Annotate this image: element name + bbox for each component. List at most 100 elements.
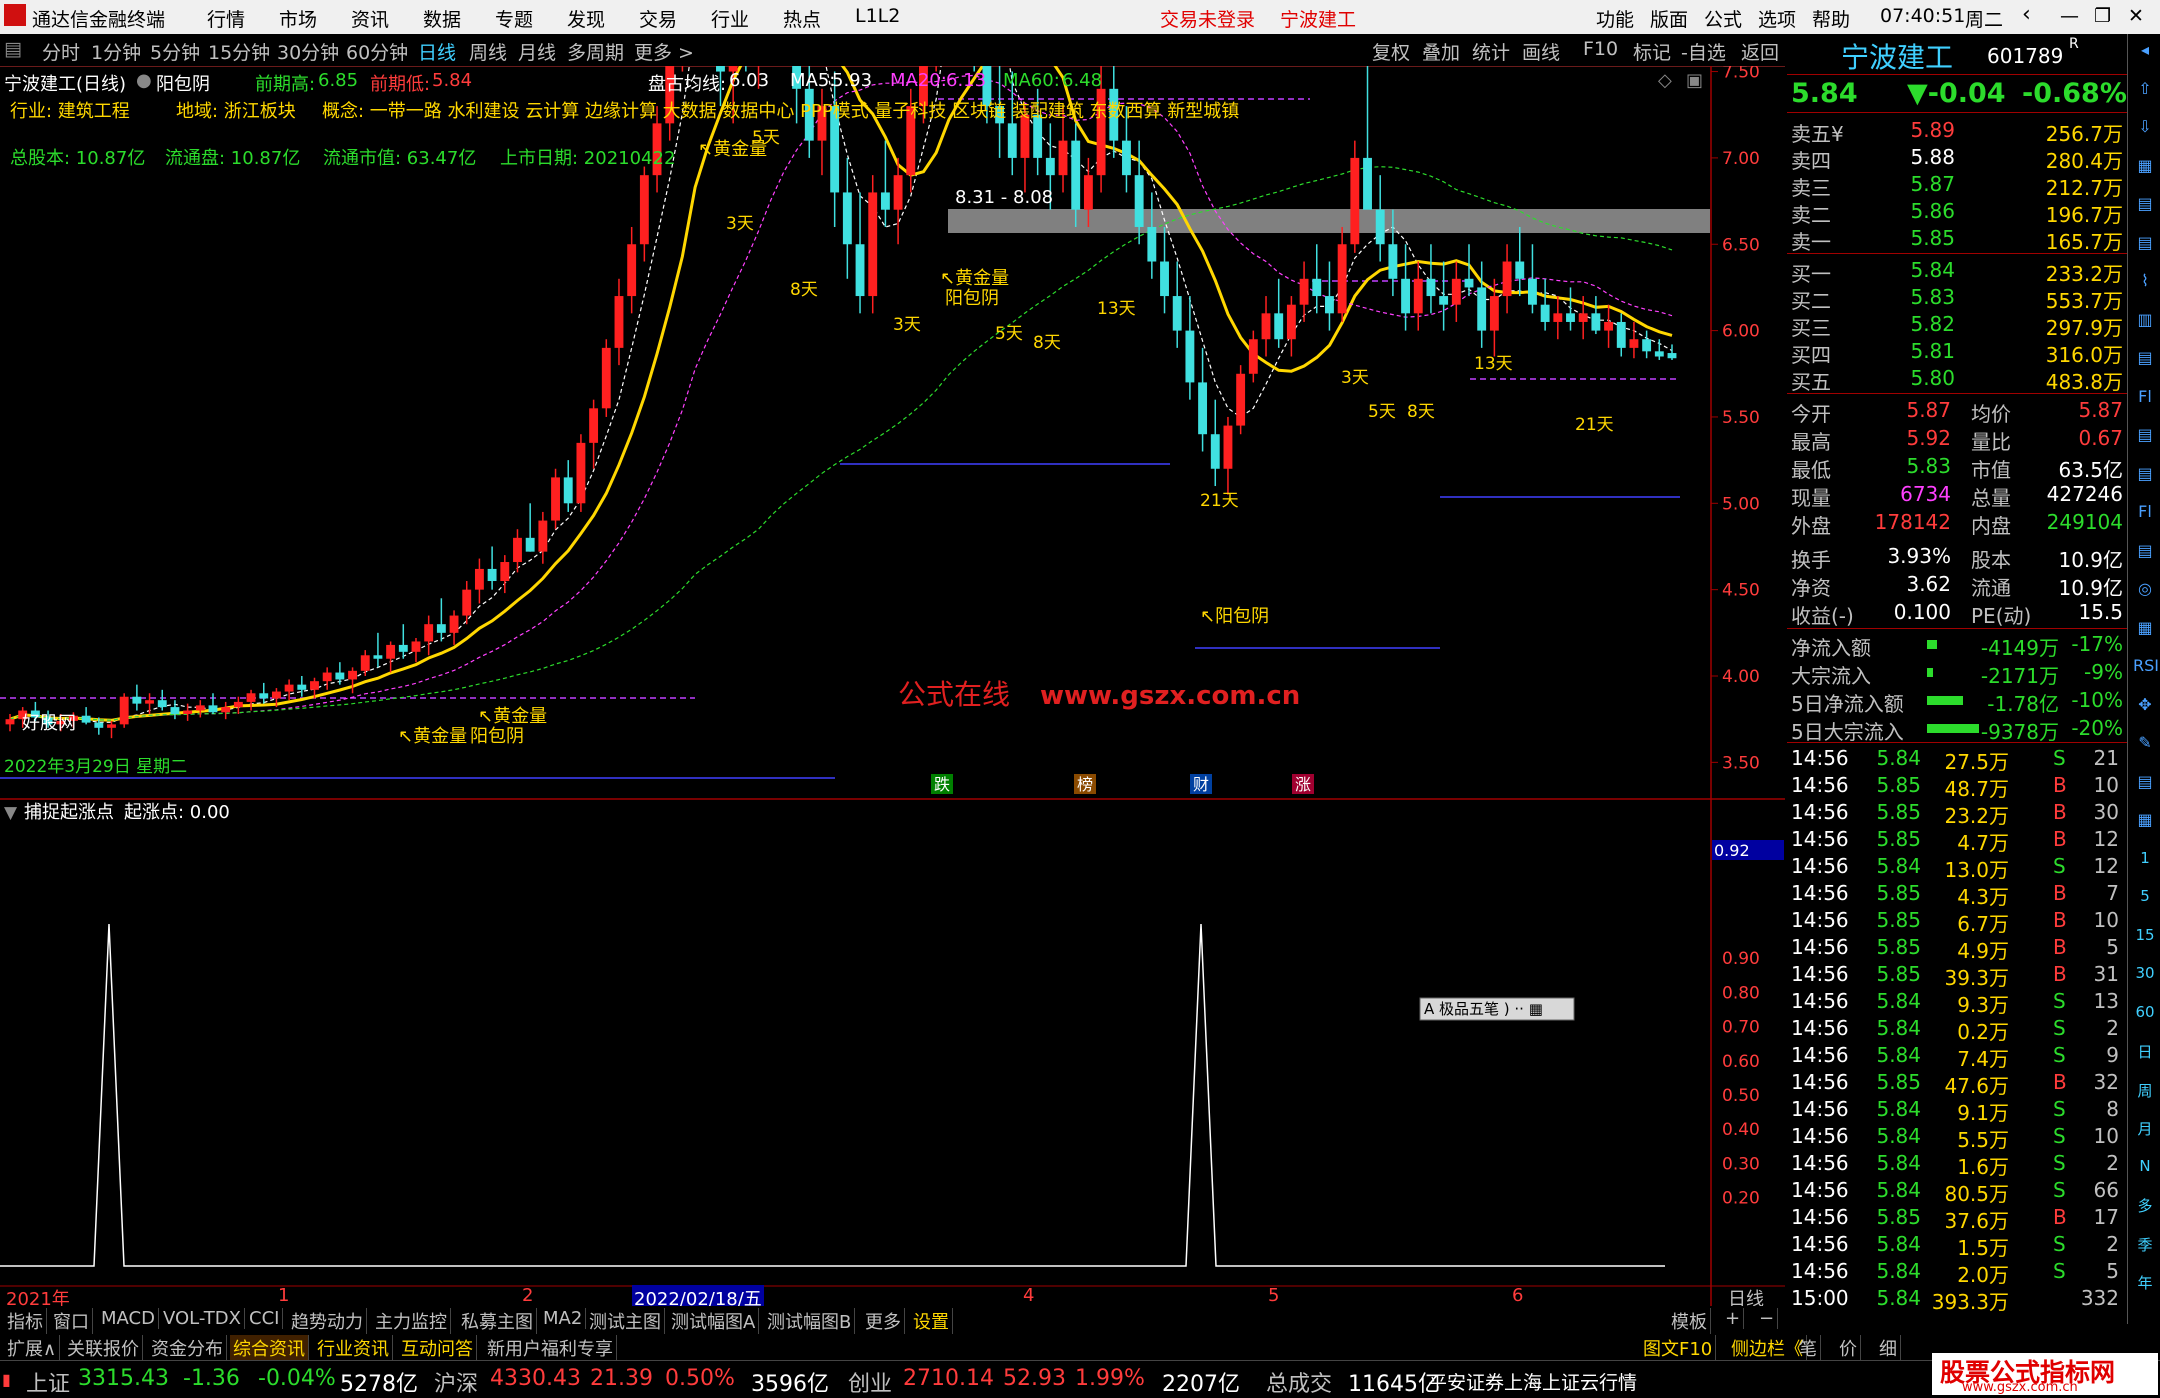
indicator-tab[interactable]: 趋势动力 bbox=[288, 1308, 367, 1334]
minimize-icon[interactable]: — bbox=[2060, 5, 2079, 27]
chart-square-icon[interactable]: ▣ bbox=[1686, 70, 1703, 91]
menu-jiaoyi[interactable]: 交易 bbox=[639, 5, 677, 32]
indicator-tab[interactable]: 指标 bbox=[4, 1308, 47, 1334]
strip-tool-icon[interactable]: ▦ bbox=[2133, 618, 2157, 637]
back-icon[interactable]: ‹ bbox=[2022, 2, 2031, 27]
chart-diamond-icon[interactable]: ◇ bbox=[1658, 70, 1672, 91]
strip-tool-icon[interactable]: ▤ bbox=[2133, 425, 2157, 444]
strip-tool-icon[interactable]: 60 bbox=[2133, 1003, 2157, 1021]
strip-tool-icon[interactable]: 30 bbox=[2133, 964, 2157, 982]
strip-tool-icon[interactable]: ▥ bbox=[2133, 310, 2157, 329]
period-day[interactable]: 日线 bbox=[418, 38, 456, 65]
info-tab-right[interactable]: 图文F10 bbox=[1640, 1335, 1717, 1361]
info-tab[interactable]: 资金分布 bbox=[148, 1335, 227, 1361]
menu-l1l2[interactable]: L1L2 bbox=[855, 5, 900, 27]
strip-tool-icon[interactable]: ▦ bbox=[2133, 156, 2157, 175]
info-tab-right[interactable]: 笔 bbox=[1796, 1335, 1821, 1361]
menu-shichang[interactable]: 市场 bbox=[279, 5, 317, 32]
close-icon[interactable]: ✕ bbox=[2128, 5, 2144, 27]
indicator-tab[interactable]: 测试主图 bbox=[586, 1308, 665, 1334]
indicator-tab[interactable]: CCI bbox=[246, 1308, 284, 1329]
menu-hangye[interactable]: 行业 bbox=[711, 5, 749, 32]
strip-tool-icon[interactable]: RSI bbox=[2133, 656, 2159, 675]
strip-tool-icon[interactable]: ✥ bbox=[2133, 695, 2157, 714]
strip-tool-icon[interactable]: 5 bbox=[2133, 887, 2157, 905]
strip-tool-icon[interactable]: ▤ bbox=[2133, 348, 2157, 367]
strip-tool-icon[interactable]: 月 bbox=[2133, 1118, 2157, 1139]
tick-list[interactable]: 14:56 5.84 27.5万 S 21 14:56 5.85 48.7万 B 10 14:56 5… bbox=[1787, 744, 2127, 1324]
tabs-right-control[interactable]: − bbox=[1756, 1308, 1779, 1329]
strip-tool-icon[interactable]: 1 bbox=[2133, 849, 2157, 867]
tabs-right-control[interactable]: + bbox=[1722, 1308, 1745, 1329]
sh-label[interactable]: 上证 bbox=[26, 1366, 70, 1398]
period-multi[interactable]: 多周期 bbox=[567, 38, 624, 65]
period-month[interactable]: 月线 bbox=[518, 38, 556, 65]
strip-tool-icon[interactable]: 周 bbox=[2133, 1080, 2157, 1101]
tool-tongji[interactable]: 统计 bbox=[1472, 38, 1510, 65]
strip-tool-icon[interactable]: 日 bbox=[2133, 1041, 2157, 1062]
tool-zixuan[interactable]: -自选 bbox=[1681, 38, 1726, 65]
strip-tool-icon[interactable]: ✎ bbox=[2133, 733, 2157, 752]
strip-tool-icon[interactable]: ▤ bbox=[2133, 233, 2157, 252]
indicator-tab[interactable]: 窗口 bbox=[50, 1308, 93, 1334]
period-1min[interactable]: 1分钟 bbox=[91, 38, 141, 65]
trade-status[interactable]: 交易未登录 bbox=[1160, 5, 1255, 32]
strip-tool-icon[interactable]: ⇧ bbox=[2133, 79, 2157, 98]
period-30min[interactable]: 30分钟 bbox=[277, 38, 339, 65]
tabs-right-control[interactable]: 模板 bbox=[1668, 1308, 1711, 1334]
info-tab[interactable]: 关联报价 bbox=[64, 1335, 143, 1361]
strip-tool-icon[interactable]: ▦ bbox=[2133, 810, 2157, 829]
menu-zixun[interactable]: 资讯 bbox=[351, 5, 389, 32]
info-tab[interactable]: 行业资讯 bbox=[314, 1335, 393, 1361]
strip-tool-icon[interactable]: 季 bbox=[2133, 1234, 2157, 1255]
strip-tool-icon[interactable]: ▤ bbox=[2133, 772, 2157, 791]
menu-banmian[interactable]: 版面 bbox=[1650, 5, 1688, 32]
tool-diejia[interactable]: 叠加 bbox=[1422, 38, 1460, 65]
strip-tool-icon[interactable]: ▤ bbox=[2133, 464, 2157, 483]
strip-tool-icon[interactable]: ⌇ bbox=[2133, 271, 2157, 290]
info-tab-right[interactable]: 价 bbox=[1836, 1335, 1861, 1361]
menu-zhuanti[interactable]: 专题 bbox=[495, 5, 533, 32]
indicator-tab[interactable]: 测试幅图B bbox=[764, 1308, 856, 1334]
strip-tool-icon[interactable]: 15 bbox=[2133, 926, 2157, 944]
menu-faxian[interactable]: 发现 bbox=[567, 5, 605, 32]
indicator-tab[interactable]: MA2 bbox=[540, 1308, 587, 1329]
hs-label[interactable]: 沪深 bbox=[434, 1366, 478, 1398]
indicator-tab[interactable]: 更多 bbox=[862, 1308, 905, 1334]
info-tab[interactable]: 综合资讯 bbox=[230, 1335, 309, 1361]
kline-svg[interactable]: 9.008.508.007.507.006.506.005.505.004.50… bbox=[0, 66, 1785, 1306]
tool-fanhui[interactable]: 返回 bbox=[1741, 38, 1779, 65]
indicator-tab[interactable]: 私募主图 bbox=[458, 1308, 537, 1334]
info-tab-right[interactable]: 细 bbox=[1876, 1335, 1901, 1361]
kline-chart-area[interactable]: 9.008.508.007.507.006.506.005.505.004.50… bbox=[0, 66, 1785, 1311]
strip-tool-icon[interactable]: ⇩ bbox=[2133, 117, 2157, 136]
info-tab[interactable]: 扩展∧ bbox=[4, 1335, 61, 1361]
strip-tool-icon[interactable]: 年 bbox=[2133, 1272, 2157, 1293]
strip-tool-icon[interactable]: N bbox=[2133, 1157, 2157, 1175]
menu-gongshi[interactable]: 公式 bbox=[1704, 5, 1742, 32]
indicator-tab[interactable]: 设置 bbox=[910, 1308, 953, 1334]
indicator-tab[interactable]: MACD bbox=[98, 1308, 159, 1329]
strip-tool-icon[interactable]: ◎ bbox=[2133, 579, 2157, 598]
restore-icon[interactable]: ❐ bbox=[2094, 5, 2111, 27]
strip-tool-icon[interactable]: 多 bbox=[2133, 1195, 2157, 1216]
info-tab[interactable]: 新用户福利专享 bbox=[484, 1335, 617, 1361]
tool-biaoji[interactable]: 标记 bbox=[1633, 38, 1671, 65]
strip-tool-icon[interactable]: Fl bbox=[2133, 387, 2157, 406]
strip-tool-icon[interactable]: ▤ bbox=[2133, 194, 2157, 213]
tool-fuquan[interactable]: 复权 bbox=[1372, 38, 1410, 65]
tool-huaxian[interactable]: 画线 bbox=[1522, 38, 1560, 65]
period-fenshi[interactable]: 分时 bbox=[42, 38, 80, 65]
strip-tool-icon[interactable]: ▤ bbox=[2133, 541, 2157, 560]
period-more[interactable]: 更多 > bbox=[634, 38, 694, 65]
period-week[interactable]: 周线 bbox=[469, 38, 507, 65]
period-15min[interactable]: 15分钟 bbox=[208, 38, 270, 65]
indicator-tab[interactable]: VOL-TDX bbox=[160, 1308, 245, 1329]
period-60min[interactable]: 60分钟 bbox=[346, 38, 408, 65]
menu-bangzhu[interactable]: 帮助 bbox=[1812, 5, 1850, 32]
menu-gongneng[interactable]: 功能 bbox=[1596, 5, 1634, 32]
menu-xuanxiang[interactable]: 选项 bbox=[1758, 5, 1796, 32]
menu-redian[interactable]: 热点 bbox=[783, 5, 821, 32]
calendar-icon[interactable]: ▤ bbox=[4, 38, 22, 60]
info-tab[interactable]: 互动问答 bbox=[398, 1335, 477, 1361]
